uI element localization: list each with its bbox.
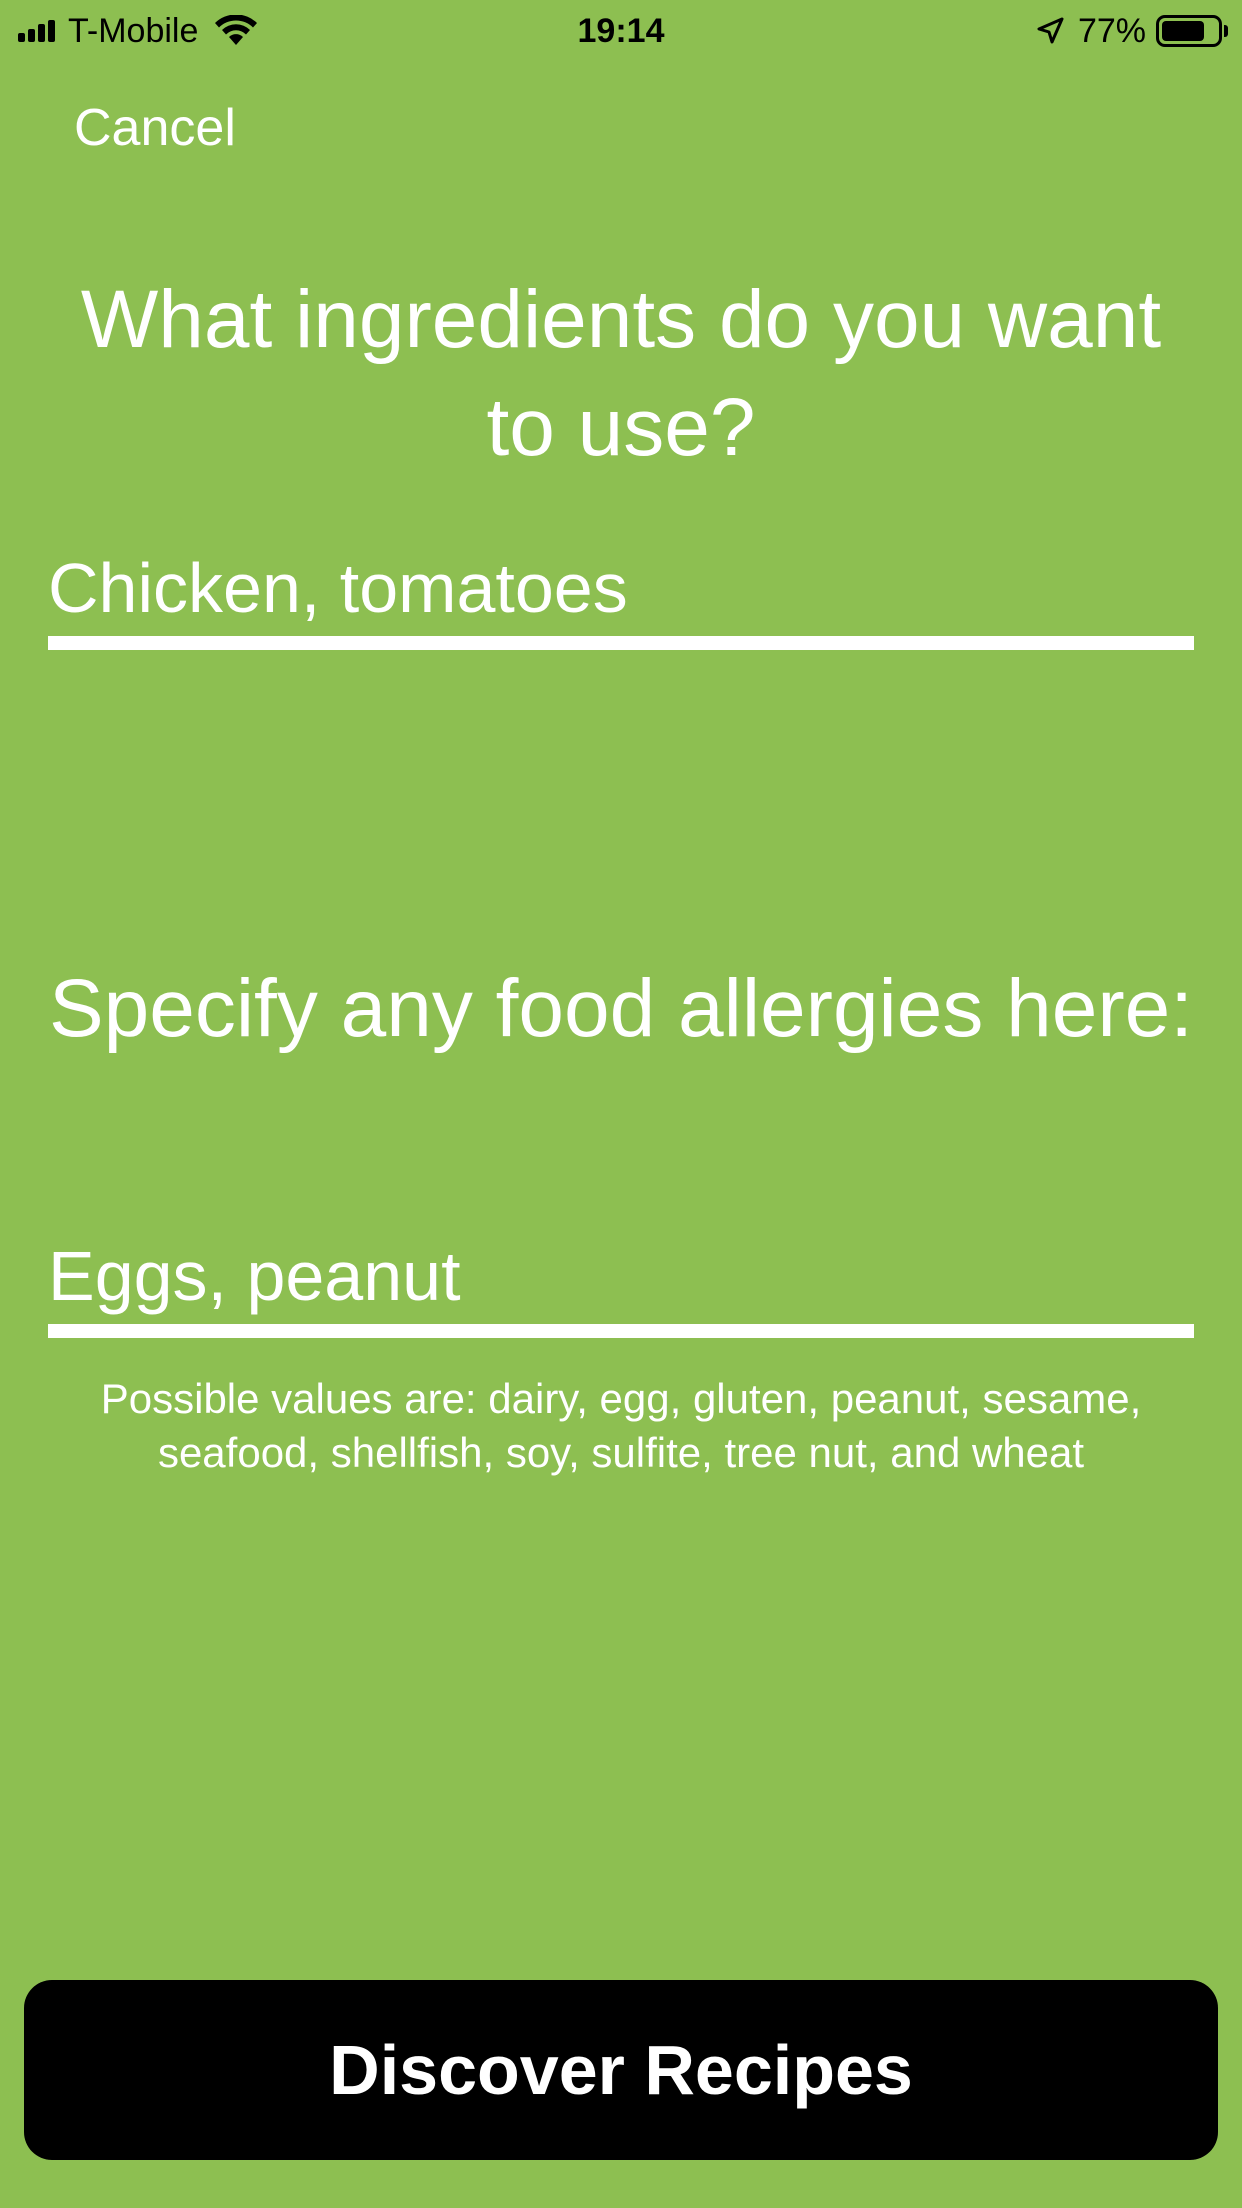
discover-recipes-button[interactable]: Discover Recipes xyxy=(24,1980,1218,2160)
status-bar: T-Mobile 19:14 77% xyxy=(0,0,1242,62)
allergies-question: Specify any food allergies here: xyxy=(48,963,1194,1054)
cancel-button[interactable]: Cancel xyxy=(74,92,236,164)
location-arrow-icon xyxy=(1037,17,1064,44)
ingredients-question: What ingredients do you want to use? xyxy=(80,274,1162,473)
ingredients-input[interactable] xyxy=(48,548,1194,628)
allergies-input[interactable] xyxy=(48,1236,1194,1316)
battery-percent: 77% xyxy=(1077,11,1146,50)
allergies-field xyxy=(48,1212,1194,1338)
battery-icon xyxy=(1156,15,1222,47)
status-bar-right: 77% xyxy=(1036,8,1228,54)
battery-level-fill xyxy=(1162,21,1204,41)
battery-tip xyxy=(1224,25,1228,37)
allergies-hint: Possible values are: dairy, egg, gluten,… xyxy=(100,1375,1142,1476)
ingredients-field xyxy=(48,524,1194,650)
